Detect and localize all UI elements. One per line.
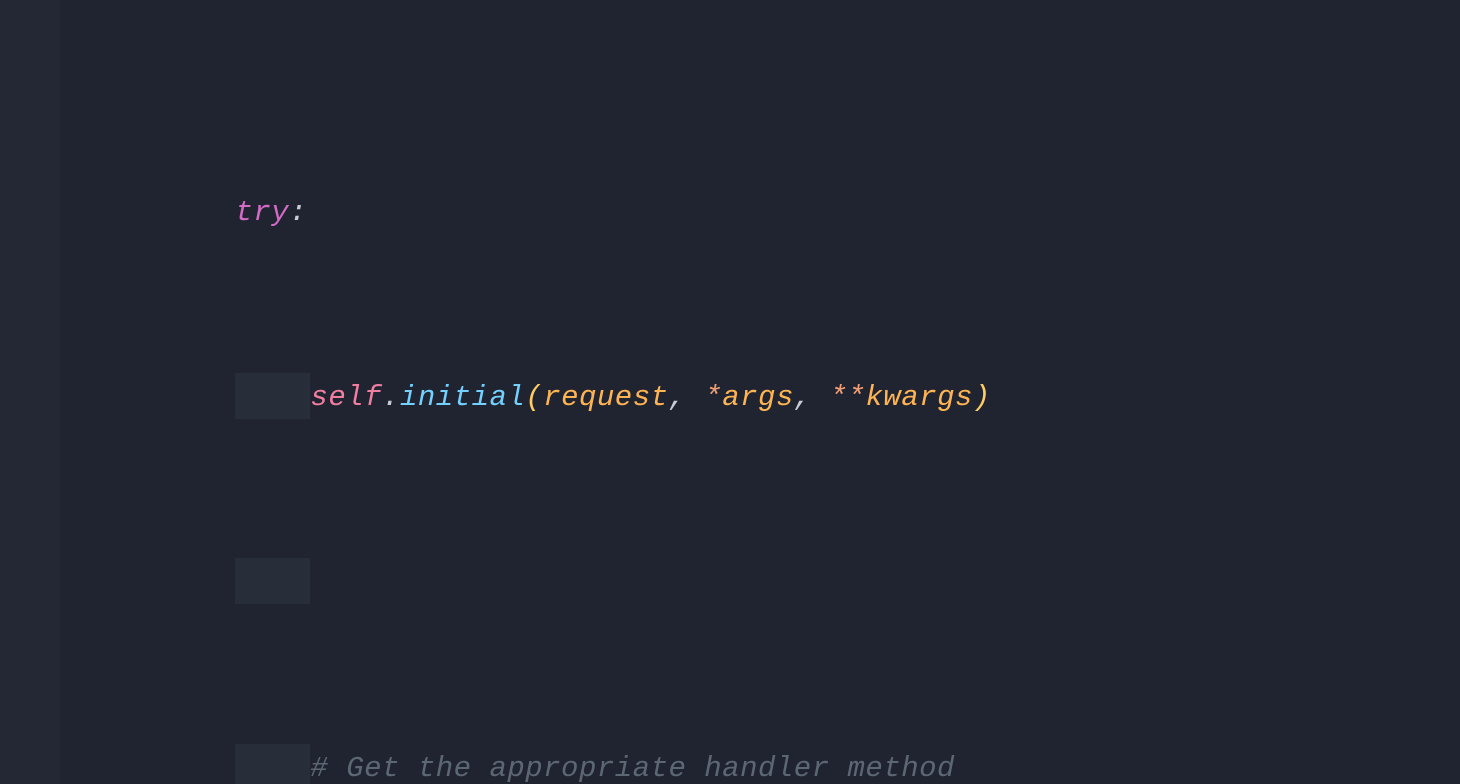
comma: , [794, 381, 830, 414]
keyword-try: try [235, 196, 289, 229]
dstar-op: ** [830, 381, 866, 414]
code-area[interactable]: try: self.initial(request, *args, **kwar… [128, 0, 1460, 784]
code-line[interactable] [128, 503, 1460, 557]
comma: , [669, 381, 705, 414]
code-editor[interactable]: try: self.initial(request, *args, **kwar… [0, 0, 1460, 784]
star-op: * [704, 381, 722, 414]
comment: # Get the appropriate handler method [310, 752, 955, 784]
indent-guide [235, 558, 310, 604]
fold-column [60, 0, 128, 784]
dot: . [382, 381, 400, 414]
self-keyword: self [310, 381, 382, 414]
ident-args: args [722, 381, 794, 414]
ident-kwargs: kwargs [865, 381, 972, 414]
ident-request: request [543, 381, 668, 414]
code-line[interactable]: self.initial(request, *args, **kwargs) [128, 318, 1460, 372]
indent-guide [235, 373, 310, 419]
colon: : [289, 196, 307, 229]
paren-close: ) [973, 381, 991, 414]
method-initial: initial [400, 381, 525, 414]
code-line[interactable]: # Get the appropriate handler method [128, 689, 1460, 743]
paren-open: ( [525, 381, 543, 414]
line-number-gutter [0, 0, 60, 784]
code-line[interactable]: try: [128, 132, 1460, 186]
indent-guide [235, 744, 310, 784]
